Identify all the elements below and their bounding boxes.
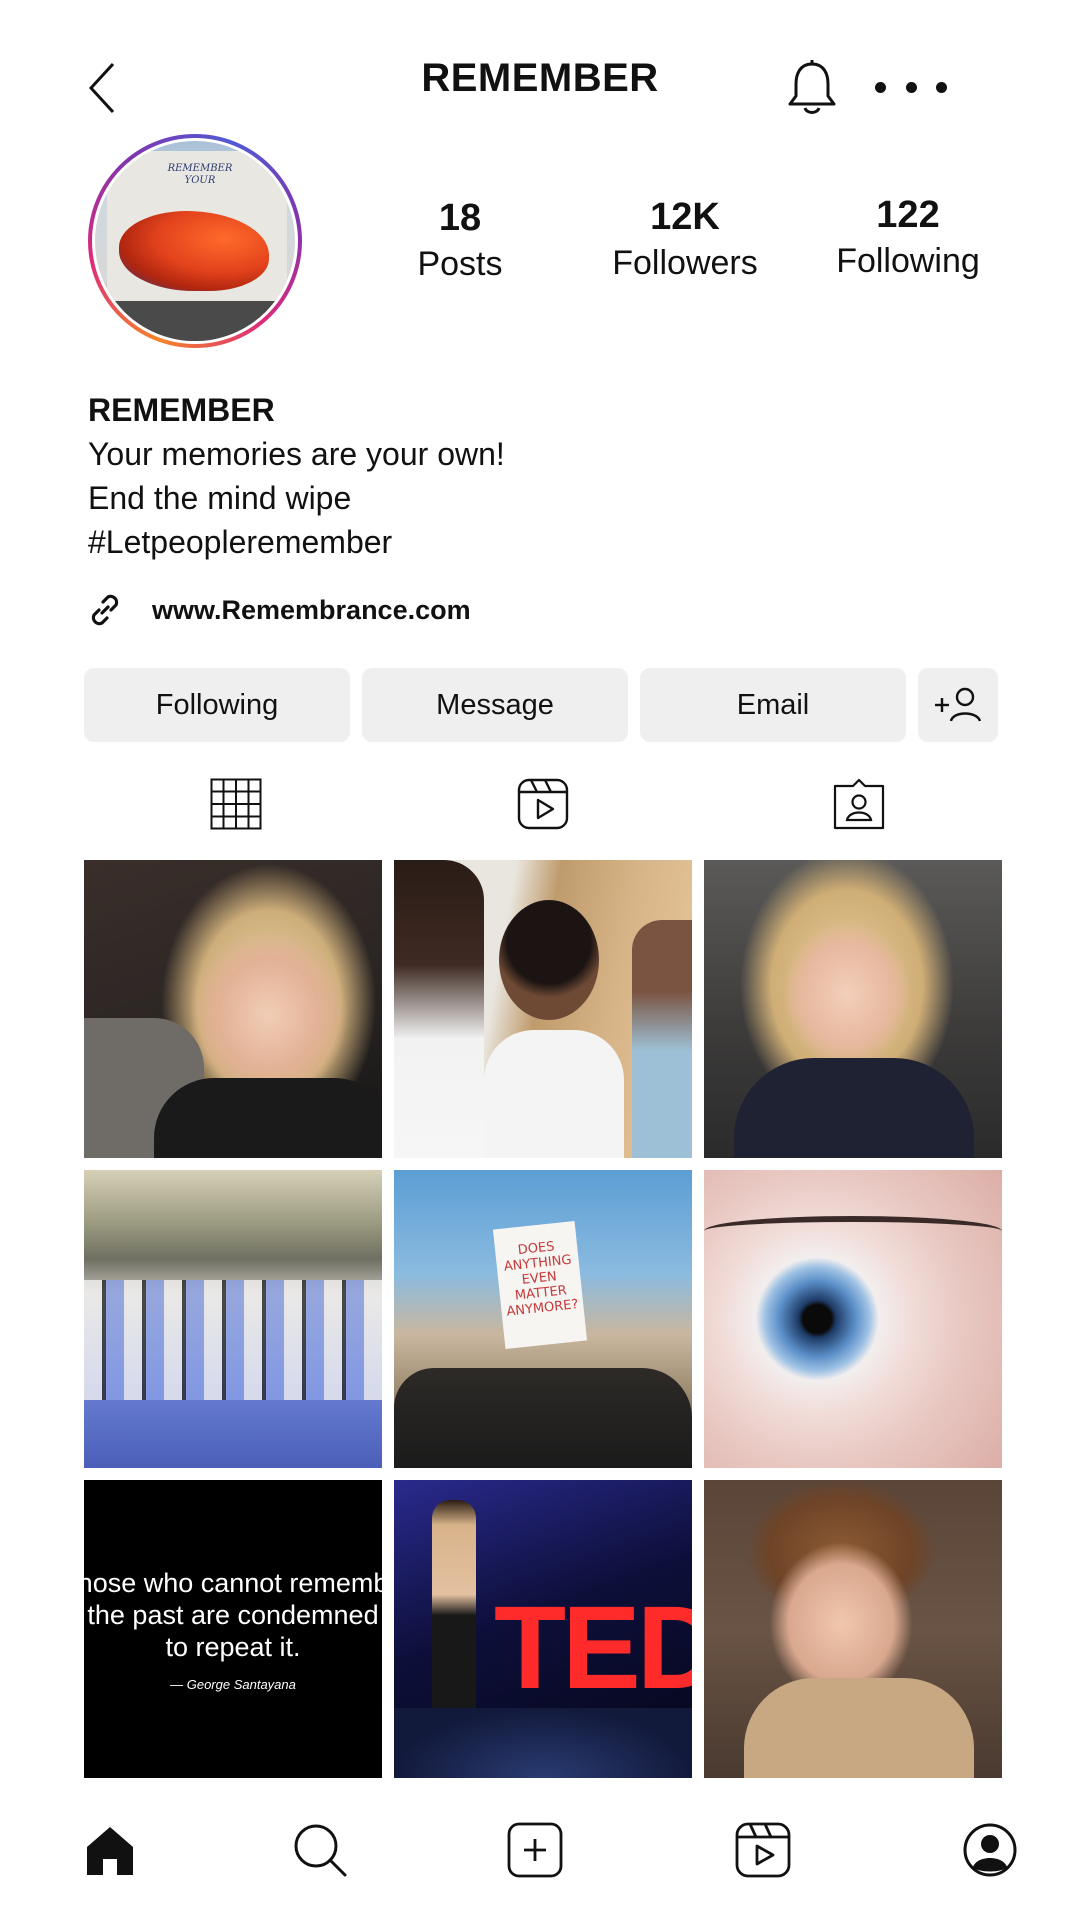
ted-logo-text: TED: [494, 1582, 692, 1714]
following-button[interactable]: Following: [84, 668, 350, 742]
tab-posts-grid[interactable]: [208, 776, 264, 832]
avatar-mural-text: REMEMBER YOUR: [167, 163, 233, 186]
top-bar: REMEMBER: [0, 0, 1080, 160]
profile-icon: [963, 1823, 1017, 1877]
bio-line: Your memories are your own!: [88, 436, 505, 472]
protest-sign-text: DOES ANYTHING EVEN MATTER ANYMORE?: [492, 1221, 588, 1349]
profile-name: REMEMBER: [88, 392, 275, 428]
reels-icon: [517, 778, 569, 830]
profile-tabs: [84, 776, 1002, 832]
post-thumbnail[interactable]: [394, 860, 692, 1158]
post-thumbnail[interactable]: [84, 1170, 382, 1468]
grid-icon: [210, 778, 262, 830]
nav-home[interactable]: [78, 1818, 142, 1882]
link-icon: [91, 594, 119, 626]
email-button[interactable]: Email: [640, 668, 906, 742]
posts-grid: DOES ANYTHING EVEN MATTER ANYMORE? hose …: [84, 860, 1002, 1778]
profile-link[interactable]: www.Remembrance.com: [86, 588, 471, 632]
profile-avatar[interactable]: REMEMBER YOUR: [88, 134, 302, 348]
quote-line: hose who cannot rememb: [84, 1567, 382, 1598]
more-dots-icon: [936, 81, 947, 93]
reels-icon: [735, 1822, 791, 1878]
nav-create[interactable]: [503, 1818, 567, 1882]
profile-actions: Following Message Email: [84, 668, 998, 742]
posts-stat[interactable]: 18 Posts: [360, 196, 560, 286]
message-button[interactable]: Message: [362, 668, 628, 742]
search-icon: [294, 1824, 347, 1877]
create-post-icon: [507, 1822, 563, 1878]
more-dots-icon: [905, 81, 917, 93]
bio-line: End the mind wipe: [88, 480, 352, 516]
post-thumbnail[interactable]: TED: [394, 1480, 692, 1778]
post-thumbnail[interactable]: DOES ANYTHING EVEN MATTER ANYMORE?: [394, 1170, 692, 1468]
notifications-button[interactable]: [784, 58, 840, 118]
avatar-image: REMEMBER YOUR: [95, 141, 295, 341]
followers-count: 12K: [650, 196, 720, 238]
quote-author: — George Santayana: [170, 1676, 296, 1692]
post-thumbnail[interactable]: [704, 1480, 1002, 1778]
followers-stat[interactable]: 12K Followers: [580, 195, 790, 285]
profile-bio: REMEMBER Your memories are your own! End…: [88, 388, 988, 564]
posts-label: Posts: [417, 245, 503, 283]
tab-tagged[interactable]: [831, 776, 887, 832]
more-dots-icon: [875, 81, 886, 93]
following-count: 122: [876, 194, 940, 236]
post-thumbnail[interactable]: [704, 1170, 1002, 1468]
link-text[interactable]: www.Remembrance.com: [152, 595, 471, 626]
bell-icon: [788, 60, 836, 114]
tab-reels[interactable]: [515, 776, 571, 832]
suggest-users-button[interactable]: [918, 668, 998, 742]
home-icon: [87, 1827, 133, 1875]
quote-line: to repeat it.: [165, 1631, 301, 1662]
bottom-nav: [0, 1818, 1080, 1882]
nav-profile[interactable]: [958, 1818, 1022, 1882]
nav-reels[interactable]: [731, 1818, 795, 1882]
tagged-person-icon: [833, 778, 885, 830]
quote-line: the past are condemned: [87, 1599, 379, 1630]
following-stat[interactable]: 122 Following: [808, 193, 1008, 283]
post-thumbnail[interactable]: [704, 860, 1002, 1158]
more-options-button[interactable]: [875, 72, 947, 102]
nav-search[interactable]: [288, 1818, 352, 1882]
bio-hashtag[interactable]: #Letpeopleremember: [88, 520, 988, 564]
post-thumbnail[interactable]: [84, 860, 382, 1158]
post-thumbnail[interactable]: hose who cannot rememb the past are cond…: [84, 1480, 382, 1778]
following-label: Following: [836, 242, 980, 280]
followers-label: Followers: [612, 244, 758, 282]
add-user-icon: [935, 687, 982, 722]
posts-count: 18: [438, 197, 482, 239]
